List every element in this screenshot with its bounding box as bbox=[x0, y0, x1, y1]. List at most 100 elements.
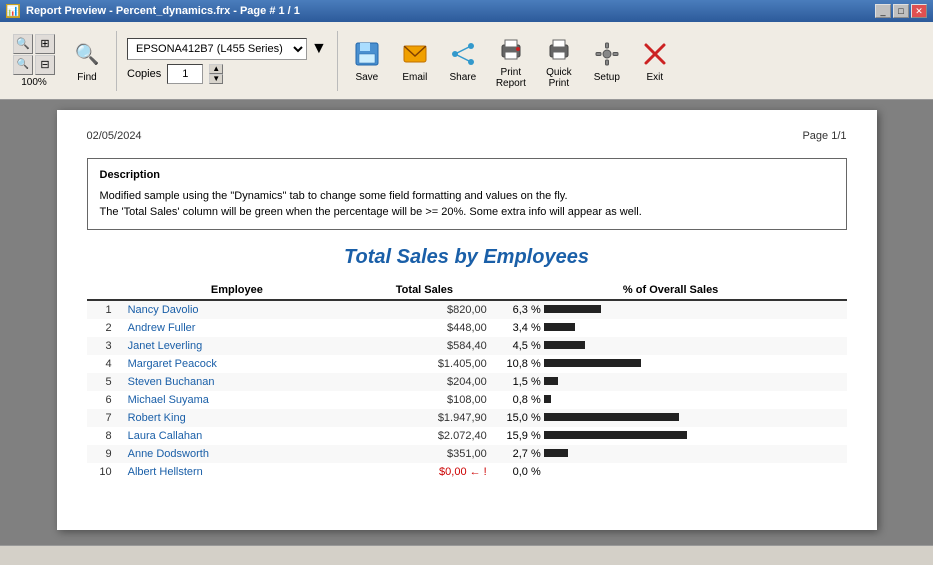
row-number: 1 bbox=[87, 300, 120, 319]
row-number: 8 bbox=[87, 427, 120, 445]
row-number: 10 bbox=[87, 463, 120, 481]
col-pct-header: % of Overall Sales bbox=[495, 281, 847, 300]
page-area: 02/05/2024 Page 1/1 Description Modified… bbox=[0, 100, 933, 545]
employee-pct: 10,8 % bbox=[495, 355, 847, 373]
setup-label: Setup bbox=[594, 72, 620, 83]
employee-name: Margaret Peacock bbox=[120, 355, 354, 373]
employee-pct: 2,7 % bbox=[495, 445, 847, 463]
printer-dropdown[interactable]: EPSONA412B7 (L455 Series) bbox=[127, 38, 307, 60]
table-row: 6Michael Suyama$108,000,8 % bbox=[87, 391, 847, 409]
employee-pct: 3,4 % bbox=[495, 319, 847, 337]
zoom-controls: 🔍 ⊞ 🔍 ⊟ bbox=[13, 34, 55, 75]
title-bar-left: 📊 Report Preview - Percent_dynamics.frx … bbox=[6, 4, 300, 18]
zoom-group: 🔍 ⊞ 🔍 ⊟ 100% bbox=[6, 30, 62, 92]
save-icon bbox=[351, 38, 383, 70]
description-line1: Modified sample using the "Dynamics" tab… bbox=[100, 188, 834, 205]
employee-pct: 0,0 % bbox=[495, 463, 847, 481]
setup-icon bbox=[591, 38, 623, 70]
copies-up-button[interactable]: ▲ bbox=[209, 64, 223, 74]
quick-print-icon bbox=[543, 33, 575, 65]
save-button[interactable]: Save bbox=[344, 34, 390, 87]
copies-spinner: ▲ ▼ bbox=[209, 64, 223, 84]
table-row: 7Robert King$1.947,9015,0 % bbox=[87, 409, 847, 427]
sep2 bbox=[337, 31, 338, 91]
employee-sales: $108,00 bbox=[354, 391, 495, 409]
print-report-label: Print Report bbox=[496, 67, 526, 89]
quick-print-button[interactable]: Quick Print bbox=[536, 29, 582, 93]
zoom-out-button[interactable]: 🔍 bbox=[13, 55, 33, 75]
title-bar-controls[interactable]: _ □ ✕ bbox=[875, 4, 927, 18]
fit-page-button[interactable]: ⊞ bbox=[35, 34, 55, 54]
print-report-icon bbox=[495, 33, 527, 65]
col-num-header bbox=[87, 281, 120, 300]
pct-bar bbox=[544, 449, 568, 457]
exit-label: Exit bbox=[647, 72, 664, 83]
print-report-button[interactable]: Print Report bbox=[488, 29, 534, 93]
report-description: Description Modified sample using the "D… bbox=[87, 158, 847, 230]
report-page-num: Page 1/1 bbox=[802, 130, 846, 142]
pct-value: 2,7 % bbox=[503, 448, 541, 460]
table-row: 9Anne Dodsworth$351,002,7 % bbox=[87, 445, 847, 463]
pct-value: 0,0 % bbox=[503, 466, 541, 478]
table-row: 3Janet Leverling$584,404,5 % bbox=[87, 337, 847, 355]
printer-dropdown-arrow[interactable]: ▼ bbox=[311, 40, 327, 58]
share-button[interactable]: Share bbox=[440, 34, 486, 87]
pct-bar bbox=[544, 359, 641, 367]
minimize-button[interactable]: _ bbox=[875, 4, 891, 18]
employee-pct: 1,5 % bbox=[495, 373, 847, 391]
table-row: 5Steven Buchanan$204,001,5 % bbox=[87, 373, 847, 391]
pct-bar bbox=[544, 431, 687, 439]
zoom-row-top: 🔍 ⊞ bbox=[13, 34, 55, 54]
find-button[interactable]: 🔍 Find bbox=[64, 34, 110, 87]
employee-sales: $448,00 bbox=[354, 319, 495, 337]
pct-value: 0,8 % bbox=[503, 394, 541, 406]
employee-name: Laura Callahan bbox=[120, 427, 354, 445]
copies-input[interactable] bbox=[167, 64, 203, 84]
pct-bar bbox=[544, 305, 601, 313]
table-row: 1Nancy Davolio$820,006,3 % bbox=[87, 300, 847, 319]
toolbar: 🔍 ⊞ 🔍 ⊟ 100% 🔍 Find EPSONA412B7 (L455 Se… bbox=[0, 22, 933, 100]
employee-name: Steven Buchanan bbox=[120, 373, 354, 391]
row-number: 9 bbox=[87, 445, 120, 463]
quick-print-label: Quick Print bbox=[546, 67, 572, 89]
fit-width-button[interactable]: ⊟ bbox=[35, 55, 55, 75]
copies-row: Copies ▲ ▼ bbox=[127, 64, 327, 84]
status-bar bbox=[0, 545, 933, 565]
employee-name: Albert Hellstern bbox=[120, 463, 354, 481]
find-label: Find bbox=[77, 72, 96, 83]
employee-sales: $2.072,40 bbox=[354, 427, 495, 445]
pct-bar bbox=[544, 341, 585, 349]
pct-value: 3,4 % bbox=[503, 322, 541, 334]
title-bar: 📊 Report Preview - Percent_dynamics.frx … bbox=[0, 0, 933, 22]
printer-select: EPSONA412B7 (L455 Series) ▼ bbox=[127, 38, 327, 60]
employee-pct: 6,3 % bbox=[495, 300, 847, 319]
pct-value: 1,5 % bbox=[503, 376, 541, 388]
exit-button[interactable]: Exit bbox=[632, 34, 678, 87]
description-title: Description bbox=[100, 167, 834, 184]
pct-value: 15,0 % bbox=[503, 412, 541, 424]
save-label: Save bbox=[355, 72, 378, 83]
employee-name: Nancy Davolio bbox=[120, 300, 354, 319]
employee-pct: 15,0 % bbox=[495, 409, 847, 427]
employee-pct: 4,5 % bbox=[495, 337, 847, 355]
pct-bar bbox=[544, 377, 558, 385]
maximize-button[interactable]: □ bbox=[893, 4, 909, 18]
share-icon bbox=[447, 38, 479, 70]
report-date: 02/05/2024 bbox=[87, 130, 142, 142]
table-row: 10Albert Hellstern$0,00 ← !0,0 % bbox=[87, 463, 847, 481]
close-button[interactable]: ✕ bbox=[911, 4, 927, 18]
col-employee-header: Employee bbox=[120, 281, 354, 300]
printer-area: EPSONA412B7 (L455 Series) ▼ Copies ▲ ▼ bbox=[123, 34, 331, 88]
pct-bar bbox=[544, 395, 551, 403]
exit-icon bbox=[639, 38, 671, 70]
email-button[interactable]: Email bbox=[392, 34, 438, 87]
zoom-row-bottom: 🔍 ⊟ bbox=[13, 55, 55, 75]
report-title: Total Sales by Employees bbox=[87, 246, 847, 269]
report-table: Employee Total Sales % of Overall Sales … bbox=[87, 281, 847, 481]
zoom-in-button[interactable]: 🔍 bbox=[13, 34, 33, 54]
setup-button[interactable]: Setup bbox=[584, 34, 630, 87]
title-bar-title: Report Preview - Percent_dynamics.frx - … bbox=[26, 5, 300, 17]
pct-value: 15,9 % bbox=[503, 430, 541, 442]
copies-down-button[interactable]: ▼ bbox=[209, 74, 223, 84]
pct-value: 4,5 % bbox=[503, 340, 541, 352]
